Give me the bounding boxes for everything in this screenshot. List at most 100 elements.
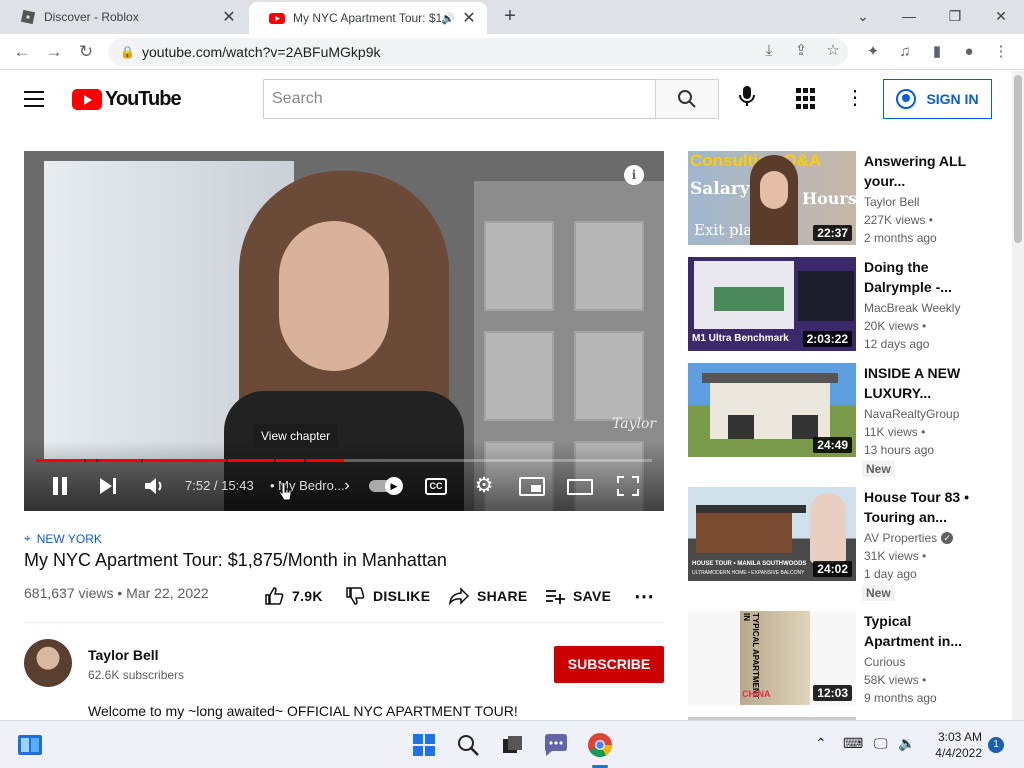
chapter-tooltip: View chapter [253, 424, 339, 448]
video-duration: 24:49 [813, 437, 852, 453]
more-actions-icon[interactable]: ⋯ [634, 584, 654, 608]
related-view-count: 31K views • [864, 549, 927, 563]
video-thumbnail[interactable]: 24:49 [688, 363, 856, 457]
channel-avatar[interactable] [24, 639, 72, 687]
pause-icon[interactable] [48, 473, 72, 499]
thumbs-up-icon [265, 587, 284, 605]
forward-button[interactable]: → [42, 40, 66, 64]
thumbnail-text: Hours [802, 189, 856, 208]
windows-start-icon[interactable] [410, 731, 438, 759]
tab-title: Discover - Roblox [44, 10, 139, 24]
browser-tab-strip: Discover - Roblox ✕ My NYC Apartment Tou… [0, 0, 1024, 34]
info-icon[interactable]: i [624, 165, 644, 185]
related-video-title[interactable]: INSIDE A NEW LUXURY... [864, 363, 984, 403]
related-video-item[interactable]: TYPICAL APARTMENT IN CHINA 12:03 Typical… [688, 611, 1008, 705]
video-player[interactable]: Taylor i View chapter 7:52 / 15:43 • My … [24, 151, 664, 511]
side-panel-icon[interactable]: ▮ [926, 41, 948, 63]
related-upload-age: 1 day ago [864, 567, 917, 581]
close-tab-icon[interactable]: ✕ [461, 8, 477, 28]
sign-in-button[interactable]: SIGN IN [883, 79, 992, 119]
chevron-right-icon[interactable]: › [340, 473, 354, 499]
widgets-icon[interactable] [16, 731, 44, 759]
gear-icon[interactable]: ⚙ [471, 473, 497, 499]
menu-icon[interactable] [24, 91, 48, 109]
page-scrollbar[interactable] [1012, 71, 1024, 720]
network-icon[interactable]: 🖵 [874, 735, 888, 752]
related-video-item[interactable]: 24:49 INSIDE A NEW LUXURY... NavaRealtyG… [688, 363, 1008, 477]
search-icon [678, 90, 696, 108]
fullscreen-icon[interactable] [617, 476, 639, 496]
install-icon[interactable]: ⤓ [758, 40, 780, 62]
video-thumbnail[interactable]: HOUSE TOUR • MANILA SOUTHWOODS ULTRAMODE… [688, 487, 856, 581]
roblox-favicon-icon [20, 9, 36, 25]
related-video-item[interactable]: HOUSE TOUR • MANILA SOUTHWOODS ULTRAMODE… [688, 487, 1008, 601]
video-thumbnail[interactable]: TYPICAL APARTMENT IN CHINA 12:03 [688, 611, 856, 705]
like-button[interactable]: 7.9K [264, 584, 323, 608]
microphone-icon[interactable] [734, 85, 760, 111]
play-icon: ▶ [385, 477, 403, 495]
search-input[interactable]: Search [263, 79, 656, 119]
task-view-icon[interactable] [498, 731, 526, 759]
youtube-favicon-icon [269, 13, 285, 24]
close-tab-icon[interactable]: ✕ [221, 7, 237, 27]
miniplayer-icon[interactable] [519, 477, 545, 496]
thumbnail-text: CHINA [742, 689, 771, 699]
share-icon[interactable]: ⇪ [790, 40, 812, 62]
tab-roblox[interactable]: Discover - Roblox ✕ [0, 0, 247, 34]
autoplay-toggle[interactable]: ▶ [369, 477, 403, 495]
sign-in-label: SIGN IN [926, 91, 979, 107]
related-video-title[interactable]: House Tour 83 • Touring an... [864, 487, 984, 527]
logo-text: YouTube [105, 88, 182, 110]
media-control-icon[interactable]: ♫ [894, 41, 916, 63]
thumbnail-text: ULTRAMODERN HOME • EXPANSIVE BALCONY [692, 570, 805, 576]
scrollbar-thumb[interactable] [1014, 75, 1022, 243]
apps-grid-icon[interactable] [796, 88, 818, 110]
save-button[interactable]: SAVE [545, 584, 611, 608]
subscribe-button[interactable]: SUBSCRIBE [554, 646, 664, 683]
captions-button[interactable]: CC [425, 478, 447, 495]
theater-mode-icon[interactable] [567, 479, 593, 495]
settings-more-icon[interactable]: ⋮ [845, 85, 865, 111]
extensions-icon[interactable]: ✦ [862, 41, 884, 63]
clock-date: 4/4/2022 [935, 746, 982, 760]
related-video-title[interactable]: Typical Apartment in... [864, 611, 984, 651]
chevron-up-icon[interactable]: ⌃ [815, 735, 827, 752]
tab-youtube[interactable]: My NYC Apartment Tour: $1 🔊 ✕ [249, 2, 487, 34]
chrome-menu-icon[interactable]: ⋮ [990, 41, 1012, 63]
reload-button[interactable]: ↻ [74, 40, 98, 64]
minimize-button[interactable]: — [897, 4, 921, 28]
search-icon[interactable] [454, 731, 482, 759]
youtube-logo[interactable]: YouTube [72, 88, 182, 111]
new-tab-button[interactable]: + [500, 6, 520, 26]
tab-search-icon[interactable]: ⌄ [851, 4, 875, 28]
search-button[interactable] [655, 79, 719, 119]
video-thumbnail[interactable]: M1 Ultra Benchmark 2:03:22 [688, 257, 856, 351]
video-title: My NYC Apartment Tour: $1,875/Month in M… [24, 550, 447, 570]
keyboard-icon[interactable]: ⌨ [843, 735, 863, 752]
profile-icon[interactable]: ● [958, 41, 980, 63]
related-video-title[interactable]: Answering ALL your... [864, 151, 984, 191]
related-video-item[interactable]: M1 Ultra Benchmark 2:03:22 Doing the Dal… [688, 257, 1008, 351]
address-bar[interactable]: 🔒 youtube.com/watch?v=2ABFuMGkp9k [108, 38, 848, 66]
restore-button[interactable]: ❐ [943, 4, 967, 28]
next-icon[interactable] [96, 473, 120, 499]
lock-icon: 🔒 [120, 45, 135, 59]
volume-icon[interactable] [142, 473, 168, 499]
system-clock[interactable]: 3:03 AM 4/4/2022 [926, 729, 982, 761]
notification-badge[interactable]: 1 [988, 737, 1004, 753]
volume-icon[interactable]: 🔉 [898, 735, 915, 752]
related-video-title[interactable]: Doing the Dalrymple -... [864, 257, 984, 297]
close-window-button[interactable]: ✕ [989, 4, 1013, 28]
speaker-icon[interactable]: 🔊 [441, 12, 455, 25]
bookmark-star-icon[interactable]: ☆ [822, 40, 844, 62]
location-tag[interactable]: ⌖ NEW YORK [24, 531, 102, 546]
chat-icon[interactable] [542, 731, 570, 759]
video-thumbnail[interactable]: Consulting Q&A Salary Hours Exit plan 22… [688, 151, 856, 245]
progress-bar[interactable] [36, 459, 652, 462]
back-button[interactable]: ← [10, 40, 34, 64]
channel-name[interactable]: Taylor Bell [88, 647, 159, 663]
chrome-icon[interactable] [586, 731, 614, 759]
dislike-button[interactable]: DISLIKE [345, 584, 430, 608]
share-button[interactable]: SHARE [449, 584, 528, 608]
related-video-item[interactable]: Consulting Q&A Salary Hours Exit plan 22… [688, 151, 1008, 245]
